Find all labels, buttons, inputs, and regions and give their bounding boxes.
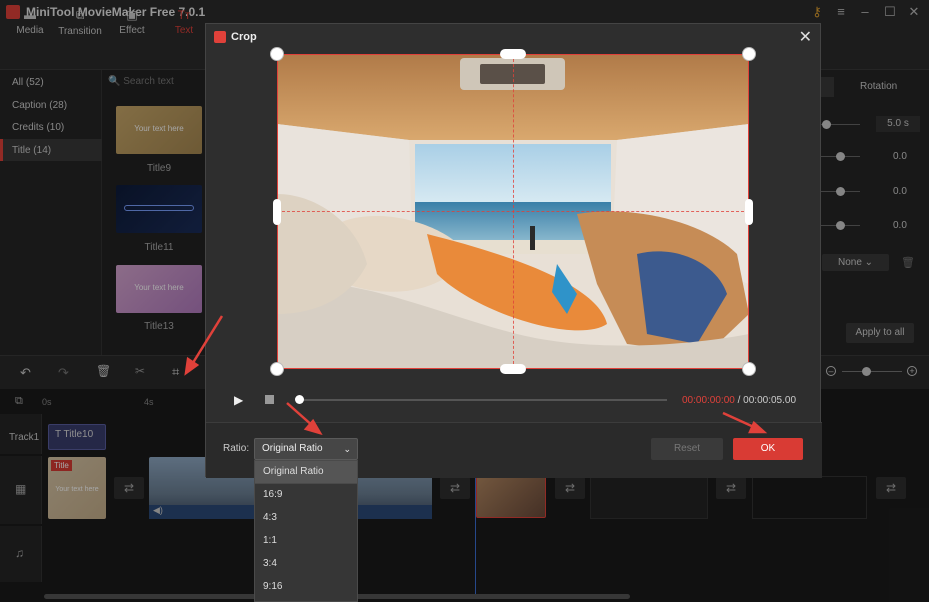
- annotation-arrows: [184, 315, 768, 436]
- arrow-to-ratio-select: [286, 402, 323, 436]
- arrow-to-ok-button: [722, 411, 768, 434]
- arrow-to-crop-icon: [184, 315, 224, 376]
